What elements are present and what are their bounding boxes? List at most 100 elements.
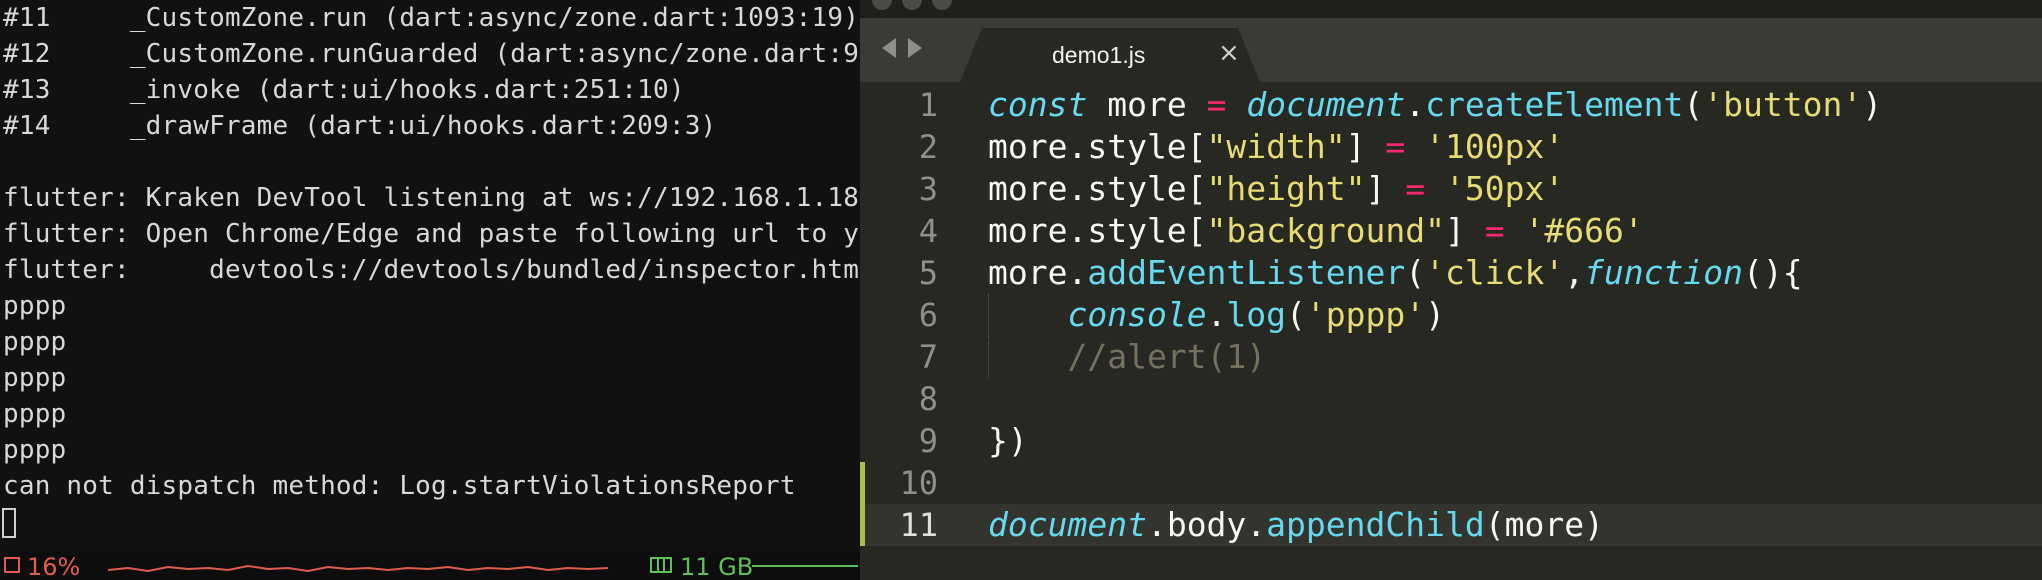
code-token: document — [1246, 85, 1406, 124]
code-token: ] — [1345, 127, 1386, 166]
terminal-line: flutter: Open Chrome/Edge and paste foll… — [3, 219, 860, 249]
code-token: ( — [1405, 253, 1426, 292]
code-token: }) — [988, 421, 1028, 460]
terminal-line: pppp — [3, 435, 67, 465]
code-text: }) — [988, 420, 1028, 462]
code-token: console — [1067, 295, 1207, 334]
code-line[interactable]: 11 document.body.appendChild(more) — [860, 504, 2042, 546]
terminal-line: #11 _CustomZone.run (dart:async/zone.dar… — [3, 3, 860, 33]
cpu-chip-icon — [4, 557, 20, 573]
code-token: ( — [1286, 295, 1306, 334]
code-token: = — [1484, 211, 1505, 250]
code-token: more.style[ — [988, 127, 1207, 166]
terminal-status-bar: 16% 11 GB — [0, 552, 860, 580]
code-token: log — [1226, 295, 1287, 334]
line-number: 2 — [918, 128, 938, 166]
chevron-left-icon[interactable] — [882, 38, 896, 58]
code-text: document.body.appendChild(more) — [988, 504, 1604, 546]
code-token: , — [1564, 253, 1585, 292]
code-text: more.style["width"] = '100px' — [988, 126, 1564, 168]
code-token: ( — [1683, 85, 1704, 124]
code-token: ] — [1365, 169, 1406, 208]
cpu-usage-label: 16% — [27, 553, 81, 580]
terminal-line: #13 _invoke (dart:ui/hooks.dart:251:10) — [3, 75, 685, 105]
code-area[interactable]: 1 const more = document.createElement('bu… — [860, 84, 2042, 546]
code-token: appendChild — [1266, 505, 1485, 544]
code-token: '50px' — [1445, 169, 1565, 208]
code-line[interactable]: 5 more.addEventListener('click',function(… — [860, 252, 2042, 294]
code-token: ] — [1444, 211, 1485, 250]
code-token: //alert(1) — [1067, 337, 1267, 376]
code-token: "width" — [1206, 127, 1346, 166]
code-token: "height" — [1206, 169, 1366, 208]
memory-usage-label: 11 GB — [680, 553, 754, 580]
terminal-line: flutter: Kraken DevTool listening at ws:… — [3, 183, 860, 213]
code-line[interactable]: 2 more.style["width"] = '100px' — [860, 126, 2042, 168]
close-icon[interactable]: × — [1218, 38, 1240, 68]
tab-demo1-js[interactable]: demo1.js × — [960, 28, 1260, 82]
code-token: more — [1087, 85, 1207, 124]
code-token: '100px' — [1425, 127, 1565, 166]
code-token: ) — [1862, 85, 1883, 124]
code-line[interactable]: 1 const more = document.createElement('bu… — [860, 84, 2042, 126]
window-control-dot[interactable] — [872, 0, 892, 10]
code-text: //alert(1) — [988, 336, 1266, 378]
terminal-line: flutter: devtools://devtools/bundled/ins… — [3, 255, 860, 285]
window-control-dot[interactable] — [932, 0, 952, 10]
code-token: document — [988, 505, 1147, 544]
terminal-line: pppp — [3, 291, 67, 321]
window-control-dot[interactable] — [902, 0, 922, 10]
chevron-right-icon[interactable] — [908, 38, 922, 58]
code-line[interactable]: 8 — [860, 378, 2042, 420]
code-token: = — [1385, 127, 1406, 166]
line-number: 5 — [918, 254, 938, 292]
code-line[interactable]: 3 more.style["height"] = '50px' — [860, 168, 2042, 210]
code-line[interactable]: 4 more.style["background"] = '#666' — [860, 210, 2042, 252]
memory-usage-graph — [752, 565, 858, 567]
terminal-line: pppp — [3, 399, 67, 429]
code-token: .body. — [1146, 505, 1267, 544]
line-number: 8 — [918, 380, 938, 418]
terminal-line: pppp — [3, 327, 67, 357]
code-token: createElement — [1425, 85, 1684, 124]
code-editor[interactable]: demo1.js × 1 const more = document.create… — [860, 0, 2042, 580]
code-token: more. — [988, 253, 1088, 292]
code-token: (more) — [1484, 505, 1604, 544]
tab-bar: demo1.js × — [860, 18, 2042, 82]
tab-label: demo1.js — [1052, 42, 1146, 68]
code-line[interactable]: 9}) — [860, 420, 2042, 462]
code-line[interactable]: 6 console.log('pppp') — [860, 294, 2042, 336]
code-text: more.style["height"] = '50px' — [988, 168, 1564, 210]
code-token: . — [1206, 295, 1227, 334]
code-token: const — [988, 85, 1088, 124]
code-token: 'click' — [1425, 253, 1565, 292]
terminal-line: #12 _CustomZone.runGuarded (dart:async/z… — [3, 39, 860, 69]
code-text: more.style["background"] = '#666' — [988, 210, 1644, 252]
code-line[interactable]: 10 — [860, 462, 2042, 504]
code-text: console.log('pppp') — [988, 294, 1445, 336]
code-text: more.addEventListener('click',function()… — [988, 252, 1803, 294]
code-token: more.style[ — [988, 211, 1207, 250]
terminal-cursor — [2, 508, 16, 538]
terminal-line: can not dispatch method: Log.startViolat… — [3, 471, 796, 501]
code-token: ) — [1425, 295, 1446, 334]
code-token: . — [1405, 85, 1426, 124]
line-number: 7 — [918, 338, 938, 376]
code-token: 'button' — [1703, 85, 1863, 124]
terminal-pane[interactable]: #11 _CustomZone.run (dart:async/zone.dar… — [0, 0, 860, 580]
line-number: 11 — [899, 506, 938, 544]
line-number: 9 — [918, 422, 938, 460]
line-number: 6 — [918, 296, 938, 334]
code-line[interactable]: 7 //alert(1) — [860, 336, 2042, 378]
code-token: = — [1405, 169, 1426, 208]
code-token: function — [1584, 253, 1744, 292]
memory-icon — [650, 557, 672, 573]
code-token: (){ — [1743, 253, 1803, 292]
